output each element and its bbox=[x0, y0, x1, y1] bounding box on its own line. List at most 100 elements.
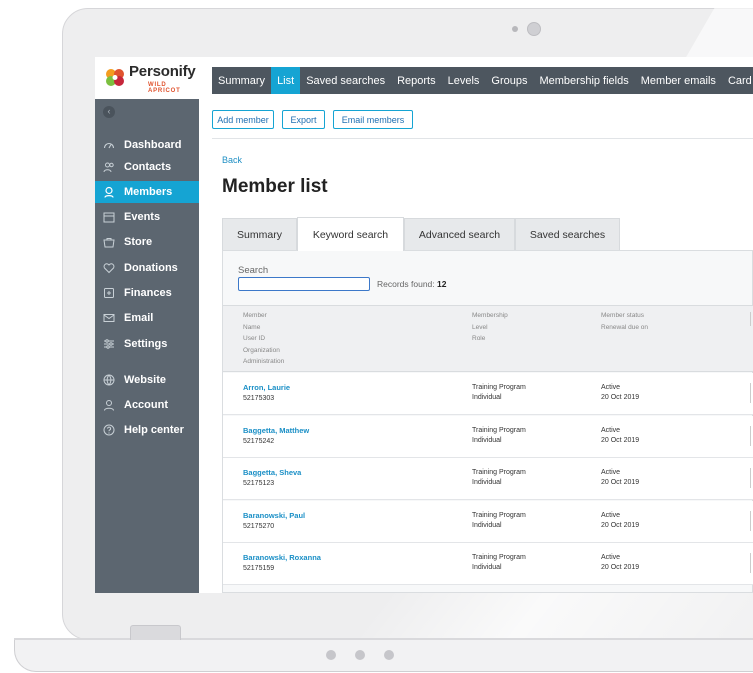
sidebar-item-website[interactable]: Website bbox=[95, 369, 199, 391]
member-name-link[interactable]: Baranowski, Paul bbox=[243, 511, 305, 520]
sidebar-item-help-center[interactable]: Help center bbox=[95, 419, 199, 441]
topnav-groups[interactable]: Groups bbox=[485, 67, 533, 94]
member-name-link[interactable]: Baggetta, Sheva bbox=[243, 468, 301, 477]
topnav-membership-fields[interactable]: Membership fields bbox=[533, 67, 634, 94]
sidebar-item-store[interactable]: Store bbox=[95, 231, 199, 253]
membership-level: Training Program bbox=[472, 469, 526, 476]
sidebar-item-label: Contacts bbox=[124, 161, 172, 173]
sidebar-item-dashboard[interactable]: Dashboard bbox=[95, 134, 199, 156]
membership-level: Training Program bbox=[472, 554, 526, 561]
laptop-notch bbox=[130, 625, 181, 640]
member-name-link[interactable]: Baranowski, Roxanna bbox=[243, 553, 321, 562]
header-member-column[interactable]: Member Name User ID Organization Administrat… bbox=[243, 310, 284, 368]
sidebar-item-label: Email bbox=[124, 312, 154, 324]
settings-icon bbox=[103, 338, 115, 350]
records-found: Records found: 12 bbox=[377, 279, 447, 289]
topnav-member-emails[interactable]: Member emails bbox=[635, 67, 722, 94]
column-header-label: Membership bbox=[472, 312, 508, 319]
sidebar-item-label: Help center bbox=[124, 424, 184, 436]
finances-icon bbox=[103, 287, 115, 299]
column-header-label: Renewal due on bbox=[601, 323, 648, 331]
sidebar-item-label: Events bbox=[124, 211, 161, 223]
sidebar-item-events[interactable]: Events bbox=[95, 206, 199, 228]
sidebar-item-finances[interactable]: Finances bbox=[95, 282, 199, 304]
header-status-column[interactable]: Member status Renewal due on bbox=[601, 310, 648, 333]
add-member-button[interactable]: Add member bbox=[212, 110, 274, 129]
topnav-summary[interactable]: Summary bbox=[212, 67, 271, 94]
membership-level: Training Program bbox=[472, 511, 526, 519]
table-row[interactable]: Baggetta, Matthew 52175242 Training Progra… bbox=[223, 415, 753, 458]
membership-cell: Training Program Individual bbox=[472, 511, 526, 531]
sidebar-item-donations[interactable]: Donations bbox=[95, 257, 199, 279]
sidebar-item-label: Account bbox=[124, 399, 168, 411]
brand-name: Personify bbox=[129, 63, 196, 80]
column-header-label: User ID bbox=[243, 335, 266, 342]
sidebar-item-label: Store bbox=[124, 236, 153, 248]
table-row[interactable]: Arron, Laurie 52175303 Training Program Ind… bbox=[223, 373, 753, 415]
app-screen: Personify WILD APRICOT ‹ Dashboard Contac… bbox=[95, 57, 753, 593]
membership-cell: Training Program Individual bbox=[472, 553, 526, 573]
email-members-button[interactable]: Email members bbox=[333, 110, 413, 129]
member-name-link[interactable]: Arron, Laurie bbox=[243, 383, 290, 392]
membership-role: Individual bbox=[472, 394, 502, 401]
renewal-date: 20 Oct 2019 bbox=[601, 394, 640, 401]
column-header-label: Organization bbox=[243, 346, 280, 354]
sidebar-item-contacts[interactable]: Contacts bbox=[95, 156, 199, 178]
laptop-mockup: Personify WILD APRICOT ‹ Dashboard Contac… bbox=[0, 0, 753, 673]
renewal-date: 20 Oct 2019 bbox=[601, 479, 640, 486]
member-status: Active bbox=[601, 384, 621, 391]
membership-role: Individual bbox=[472, 564, 502, 571]
member-user-id: 52175303 bbox=[243, 395, 275, 402]
email-icon bbox=[103, 312, 115, 324]
status-cell: Active 20 Oct 2019 bbox=[601, 511, 639, 531]
base-dot bbox=[326, 650, 336, 660]
sidebar-item-label: Website bbox=[124, 374, 166, 386]
status-cell: Active 20 Oct 2019 bbox=[601, 383, 639, 403]
membership-cell: Training Program Individual bbox=[472, 468, 526, 488]
topnav-list[interactable]: List bbox=[271, 67, 301, 94]
member-name-link[interactable]: Baggetta, Matthew bbox=[243, 426, 309, 435]
sidebar: Personify WILD APRICOT ‹ Dashboard Contac… bbox=[95, 57, 199, 593]
table-row[interactable]: Baranowski, Roxanna 52175159 Training Prog… bbox=[223, 543, 753, 585]
camera-lens bbox=[527, 22, 541, 36]
brand-subtitle: WILD APRICOT bbox=[148, 82, 181, 94]
membership-role: Individual bbox=[472, 521, 502, 529]
apricot-logo-icon bbox=[106, 69, 124, 86]
table-row[interactable]: Baranowski, Paul 52175270 Training Program… bbox=[223, 500, 753, 543]
sidebar-item-email[interactable]: Email bbox=[95, 307, 199, 329]
help-icon bbox=[103, 424, 115, 436]
search-input[interactable] bbox=[238, 277, 370, 291]
collapse-sidebar-button[interactable]: ‹ bbox=[103, 106, 115, 118]
sidebar-item-account[interactable]: Account bbox=[95, 394, 199, 416]
export-button[interactable]: Export bbox=[282, 110, 325, 129]
column-header-label: Role bbox=[472, 335, 486, 342]
status-cell: Active 20 Oct 2019 bbox=[601, 468, 639, 488]
column-header-label: Member status bbox=[601, 312, 644, 319]
renewal-date: 20 Oct 2019 bbox=[601, 436, 640, 444]
topnav-levels[interactable]: Levels bbox=[442, 67, 486, 94]
renewal-date: 20 Oct 2019 bbox=[601, 564, 640, 571]
tab-keyword-search[interactable]: Keyword search bbox=[297, 217, 404, 251]
table-header: Member Name User ID Organization Administrat… bbox=[223, 305, 753, 372]
member-user-id: 52175242 bbox=[243, 437, 275, 445]
sidebar-item-settings[interactable]: Settings bbox=[95, 333, 199, 355]
sidebar-item-label: Dashboard bbox=[124, 139, 182, 151]
sidebar-item-label: Finances bbox=[124, 287, 172, 299]
topnav-reports[interactable]: Reports bbox=[391, 67, 442, 94]
account-icon bbox=[103, 399, 115, 411]
tab-advanced-search[interactable]: Advanced search bbox=[404, 218, 515, 250]
tab-summary[interactable]: Summary bbox=[222, 218, 297, 250]
sidebar-item-members[interactable]: Members bbox=[95, 181, 199, 203]
store-icon bbox=[103, 236, 115, 248]
table-row[interactable]: Baggetta, Sheva 52175123 Training Program I… bbox=[223, 458, 753, 500]
column-header-label: Member bbox=[243, 312, 267, 319]
topnav-card[interactable]: Card bbox=[722, 67, 753, 94]
topnav-saved-searches[interactable]: Saved searches bbox=[300, 67, 391, 94]
records-label: Records found: bbox=[377, 279, 435, 289]
back-link[interactable]: Back bbox=[222, 155, 242, 165]
brand-logo[interactable]: Personify WILD APRICOT bbox=[95, 57, 199, 99]
tab-saved-searches[interactable]: Saved searches bbox=[515, 218, 620, 250]
records-count: 12 bbox=[437, 279, 447, 289]
dashboard-icon bbox=[103, 139, 115, 151]
header-membership-column[interactable]: Membership Level Role bbox=[472, 310, 508, 345]
